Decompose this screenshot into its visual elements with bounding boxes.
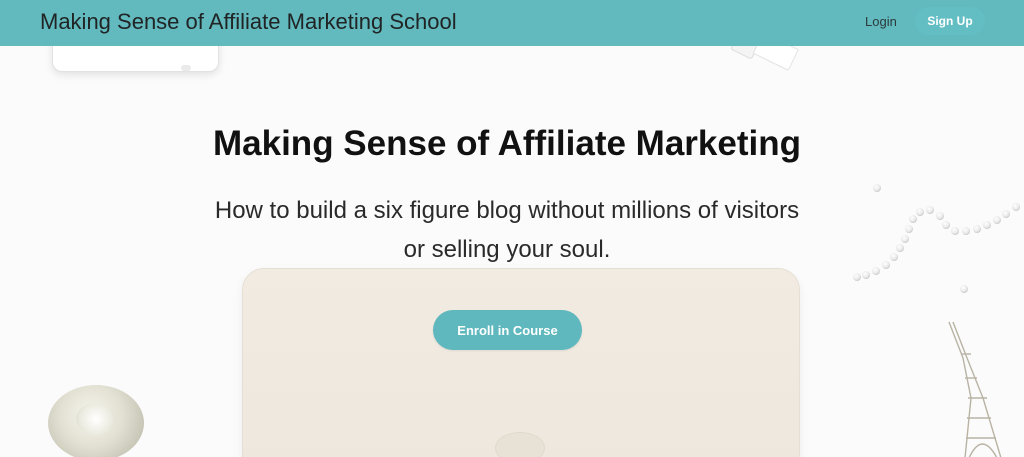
login-link[interactable]: Login: [865, 14, 897, 29]
enroll-in-course-button[interactable]: Enroll in Course: [433, 310, 582, 350]
top-navbar: Making Sense of Affiliate Marketing Scho…: [0, 0, 1024, 46]
site-title[interactable]: Making Sense of Affiliate Marketing Scho…: [40, 9, 457, 35]
hero-title: Making Sense of Affiliate Marketing: [213, 124, 801, 163]
hero-subtitle: How to build a six figure blog without m…: [214, 197, 800, 263]
rose-image: [48, 385, 144, 457]
eiffel-tower-image: [948, 321, 1002, 457]
sign-up-button[interactable]: Sign Up: [915, 7, 985, 35]
